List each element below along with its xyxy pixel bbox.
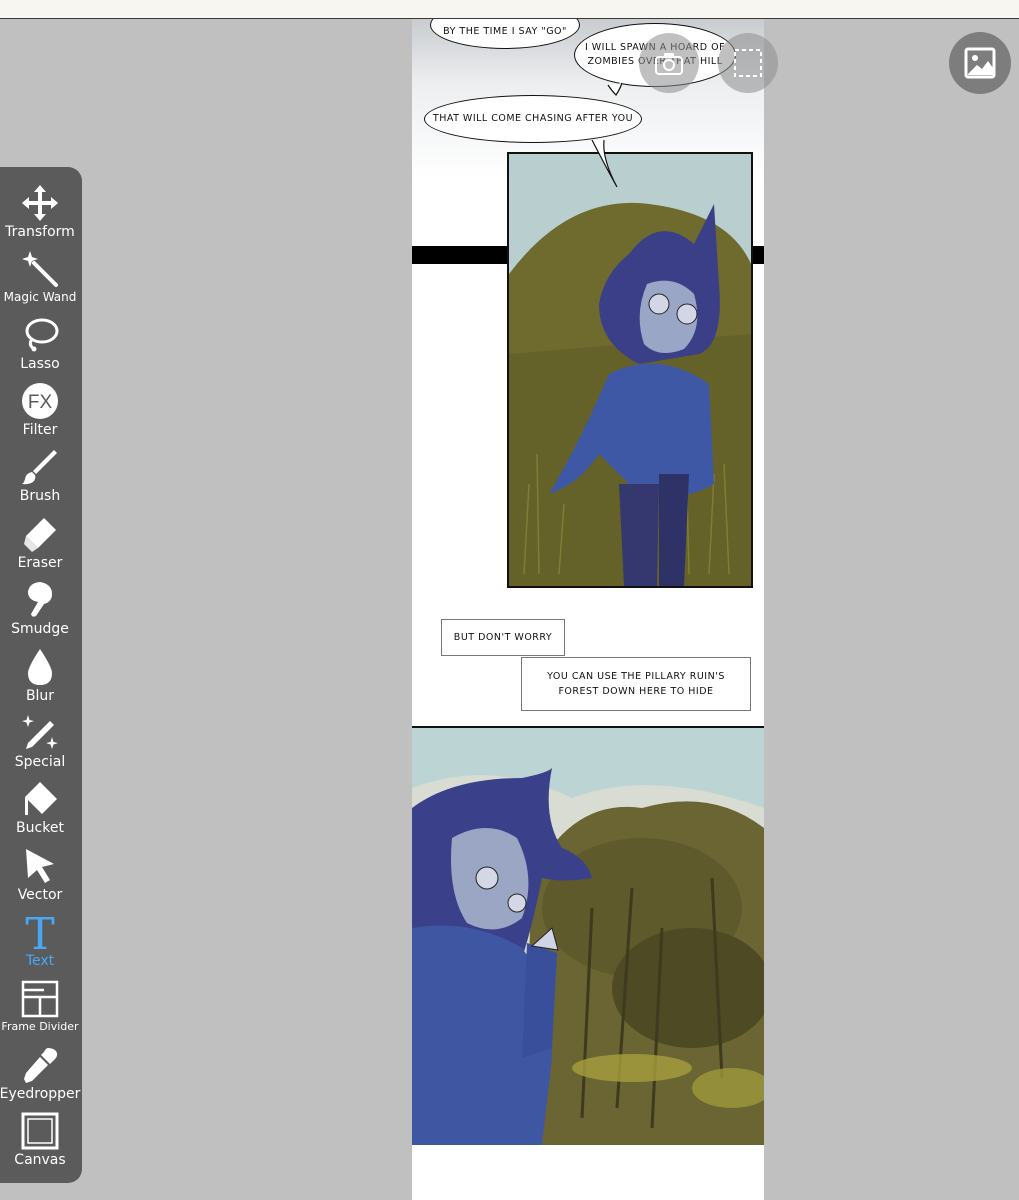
tool-transform-label: Transform: [5, 224, 75, 240]
tool-blur[interactable]: Blur: [0, 643, 80, 709]
tool-bucket-label: Bucket: [16, 820, 64, 836]
gallery-button[interactable]: [949, 32, 1011, 94]
tool-filter[interactable]: FX Filter: [0, 377, 80, 443]
gallery-image-icon: [964, 47, 996, 79]
camera-icon: [655, 53, 683, 75]
lasso-icon: [25, 318, 59, 352]
eyedropper-icon: [24, 1048, 58, 1083]
selection-button[interactable]: [718, 33, 778, 93]
smudge-finger-icon: [28, 582, 52, 617]
canvas-frame-icon: [21, 1112, 59, 1150]
tool-lasso-label: Lasso: [20, 356, 60, 372]
tool-text[interactable]: T Text: [0, 908, 80, 974]
tool-frame-divider[interactable]: Frame Divider: [0, 975, 80, 1041]
panel-2-artwork: [412, 728, 764, 1145]
comic-panel-2: [412, 726, 764, 1145]
tool-filter-label: Filter: [22, 422, 58, 438]
camera-button[interactable]: [639, 33, 699, 93]
tool-palette: Transform Magic Wand Lasso FX Filter Bru…: [0, 167, 82, 1183]
top-status-bar: [0, 0, 1019, 19]
tool-vector[interactable]: Vector: [0, 842, 80, 908]
tool-brush-label: Brush: [19, 488, 61, 504]
tool-magic-wand-label: Magic Wand: [3, 290, 77, 304]
eraser-icon: [24, 518, 56, 552]
tool-smudge[interactable]: Smudge: [0, 576, 80, 642]
tool-canvas-label: Canvas: [14, 1152, 66, 1168]
move-arrows-icon: [22, 185, 58, 221]
magic-wand-icon: [22, 251, 58, 287]
tool-vector-label: Vector: [17, 887, 63, 903]
tool-lasso[interactable]: Lasso: [0, 311, 80, 377]
svg-text:FX: FX: [28, 392, 53, 413]
selection-marquee-icon: [734, 49, 762, 77]
tool-special-label: Special: [14, 754, 66, 770]
text-t-icon: T: [25, 912, 54, 952]
tool-eyedropper[interactable]: Eyedropper: [0, 1041, 80, 1107]
panel-1-artwork: [509, 154, 751, 586]
cursor-arrow-icon: [26, 849, 54, 883]
sparkle-pen-icon: [22, 715, 58, 749]
tool-transform[interactable]: Transform: [0, 179, 80, 245]
tool-eraser-label: Eraser: [17, 555, 63, 571]
tool-text-label: Text: [25, 953, 55, 969]
bucket-icon: [25, 782, 57, 815]
bubble-tails: [591, 82, 623, 188]
comic-panel-1: [507, 152, 753, 588]
caption-box-2-line1: YOU CAN USE THE PILLARY RUIN'S: [547, 671, 725, 682]
droplet-icon: [28, 649, 52, 685]
fx-icon: FX: [22, 383, 58, 419]
tool-special[interactable]: Special: [0, 709, 80, 775]
tool-smudge-label: Smudge: [11, 621, 69, 637]
tool-brush[interactable]: Brush: [0, 443, 80, 509]
caption-box-1-text: BUT DON'T WORRY: [453, 632, 553, 643]
caption-box-1: BUT DON'T WORRY: [441, 619, 565, 656]
tool-eraser[interactable]: Eraser: [0, 510, 80, 576]
drawing-canvas[interactable]: BY THE TIME I SAY "GO" I WILL SPAWN A HO…: [412, 19, 764, 1200]
frame-divider-icon: [21, 980, 59, 1018]
tool-frame-divider-label: Frame Divider: [1, 1020, 79, 1033]
tool-magic-wand[interactable]: Magic Wand: [0, 245, 80, 311]
tool-bucket[interactable]: Bucket: [0, 775, 80, 841]
brush-icon: [22, 450, 57, 485]
caption-box-2: YOU CAN USE THE PILLARY RUIN'S FOREST DO…: [521, 657, 751, 711]
svg-text:T: T: [25, 912, 54, 952]
tool-blur-label: Blur: [25, 688, 55, 704]
caption-box-2-line2: FOREST DOWN HERE TO HIDE: [558, 686, 714, 697]
tool-canvas[interactable]: Canvas: [0, 1107, 80, 1173]
tool-eyedropper-label: Eyedropper: [0, 1086, 81, 1102]
